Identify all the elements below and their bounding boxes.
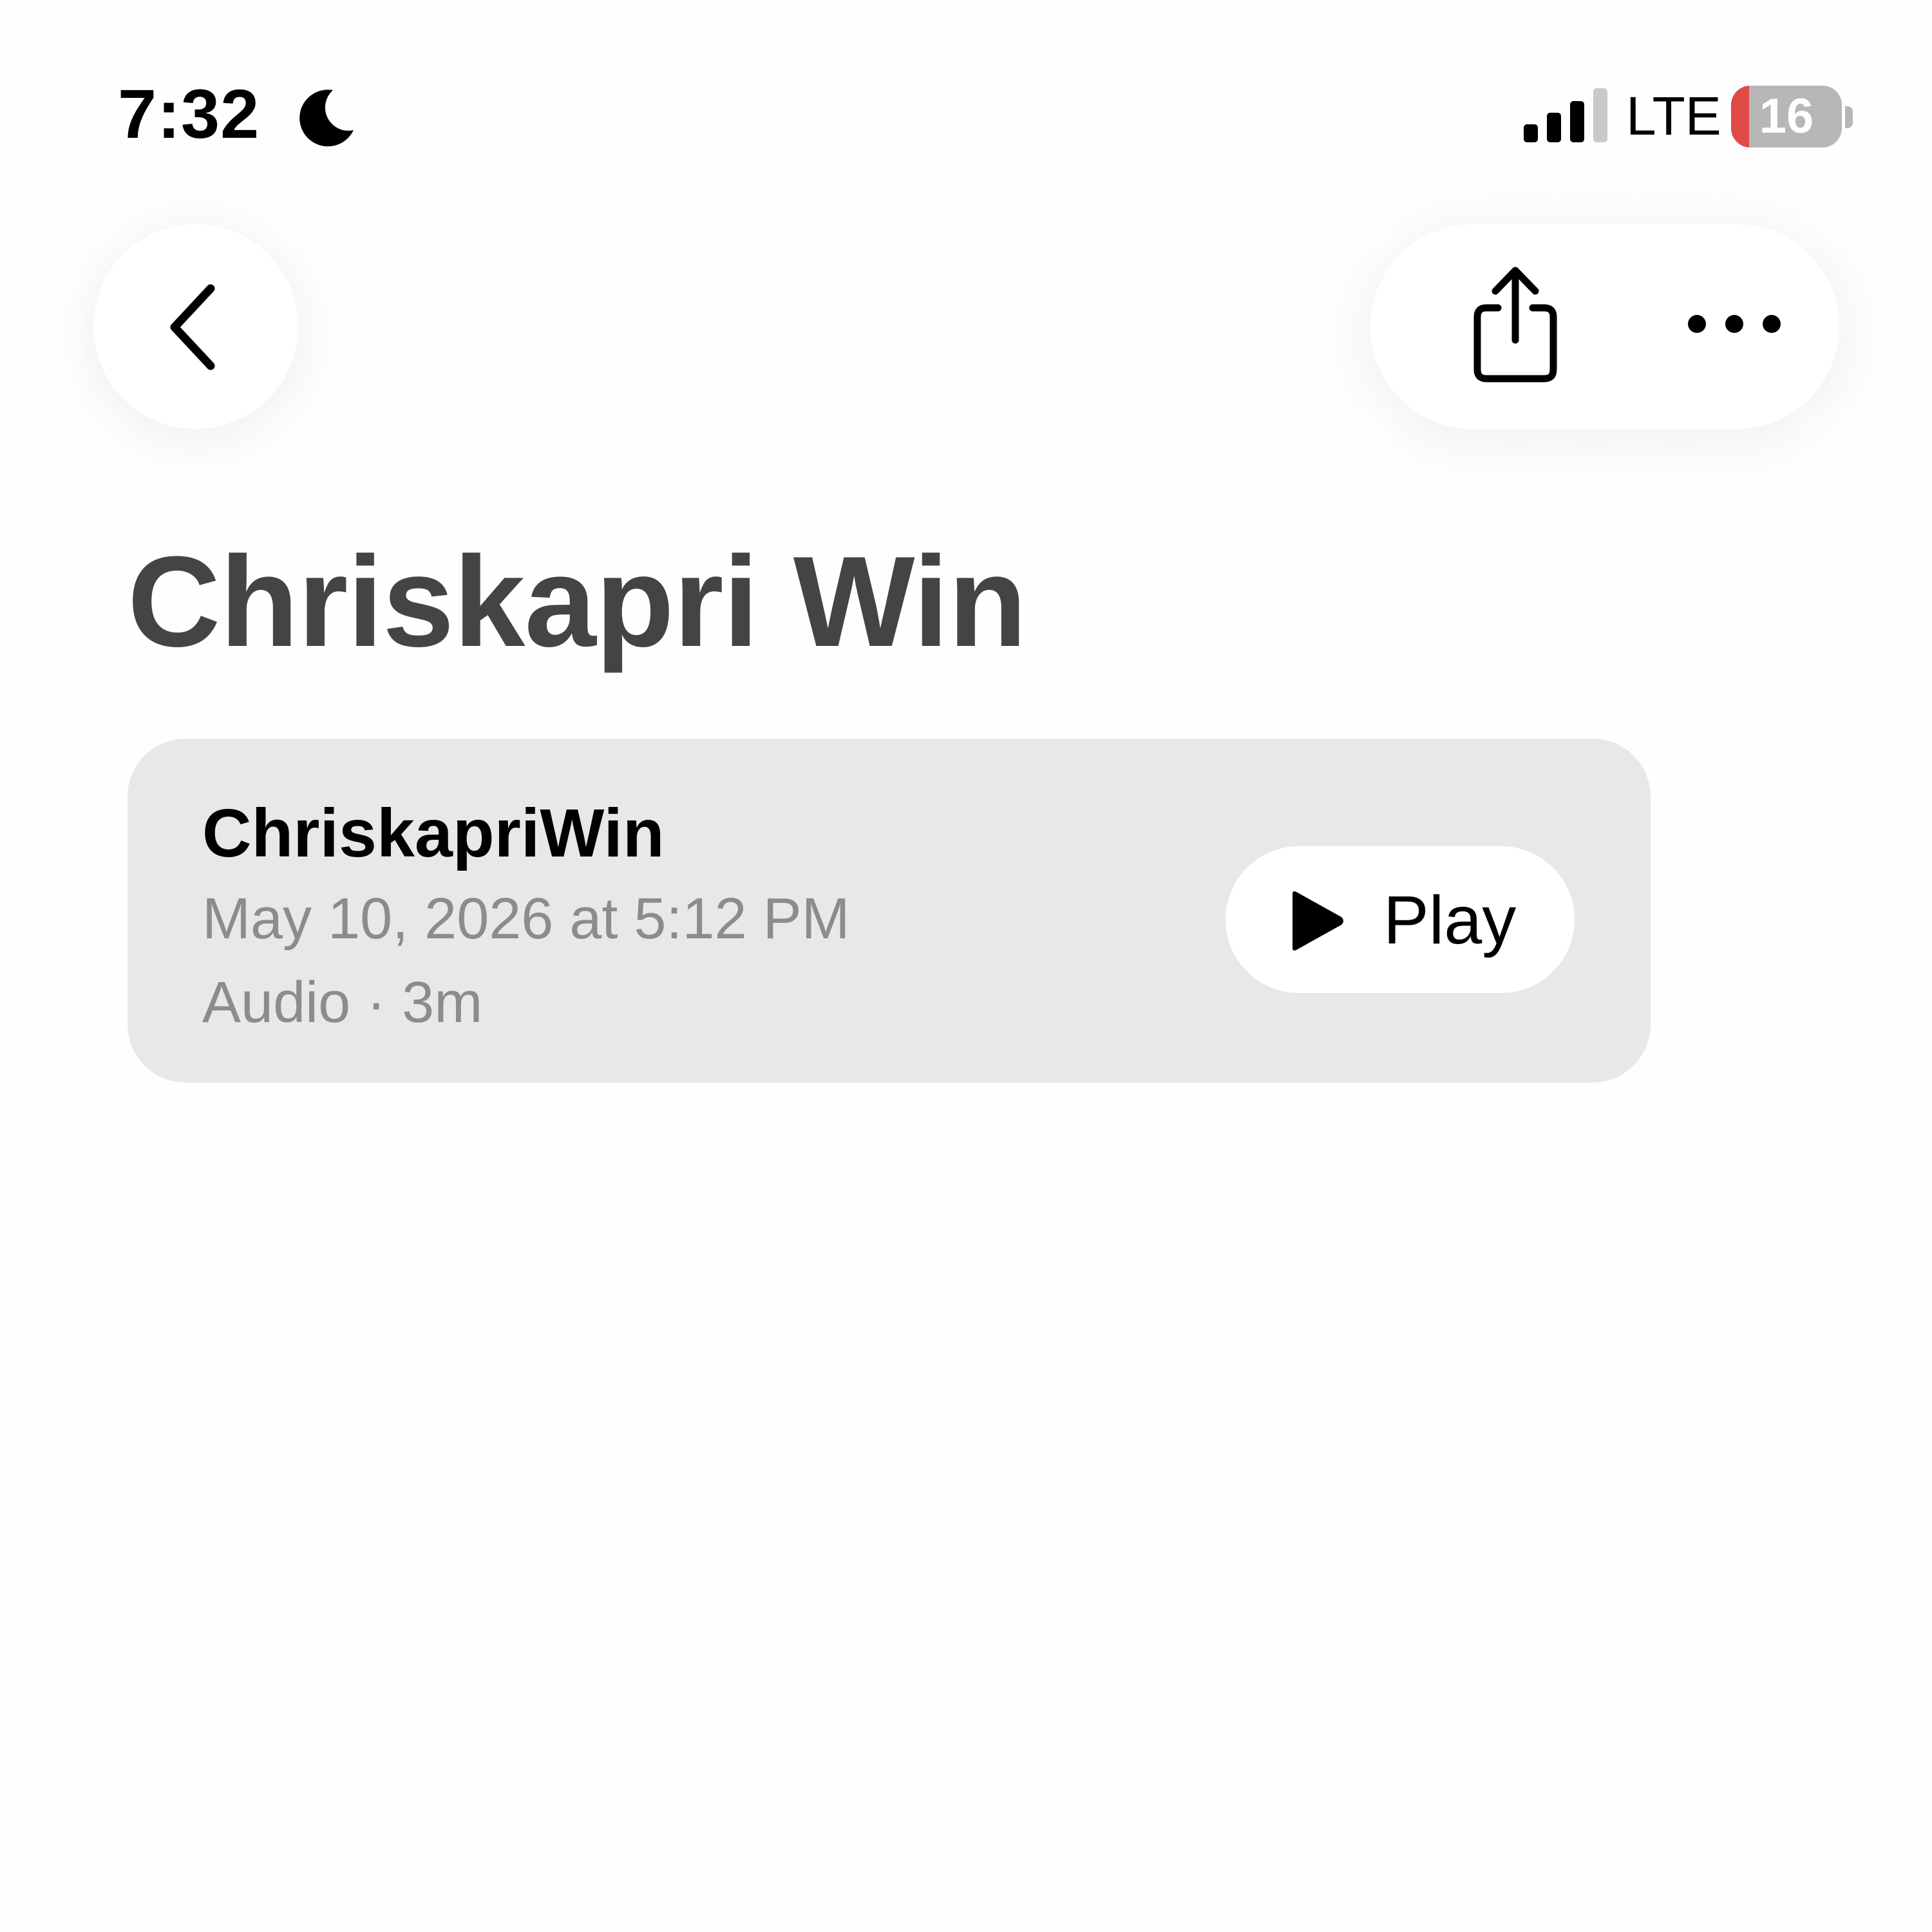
moon-icon — [299, 90, 354, 147]
battery-cap — [1845, 106, 1853, 128]
recording-date: May 10, 2026 at 5:12 PM — [202, 887, 850, 951]
page-title: Chriskapri Win — [128, 530, 1027, 674]
ellipsis-icon — [1688, 315, 1781, 333]
network-type: LTE — [1626, 86, 1721, 146]
share-icon — [1473, 267, 1557, 383]
battery-level: 16 — [1759, 89, 1814, 144]
play-button[interactable]: Play — [1226, 846, 1575, 993]
action-group — [1370, 224, 1839, 429]
back-button[interactable] — [93, 224, 298, 429]
play-label: Play — [1383, 882, 1517, 958]
chevron-left-icon — [170, 284, 215, 370]
cellular-signal-icon — [1524, 88, 1607, 142]
battery-indicator: 16 — [1731, 86, 1842, 147]
status-time: 7:32 — [118, 75, 260, 153]
recording-name: ChriskapriWin — [202, 795, 665, 871]
share-button[interactable] — [1409, 224, 1596, 429]
recording-meta: Audio · 3m — [202, 971, 483, 1035]
play-icon — [1293, 891, 1343, 951]
more-button[interactable] — [1641, 224, 1828, 429]
recording-card[interactable]: ChriskapriWin May 10, 2026 at 5:12 PM Au… — [128, 739, 1651, 1083]
